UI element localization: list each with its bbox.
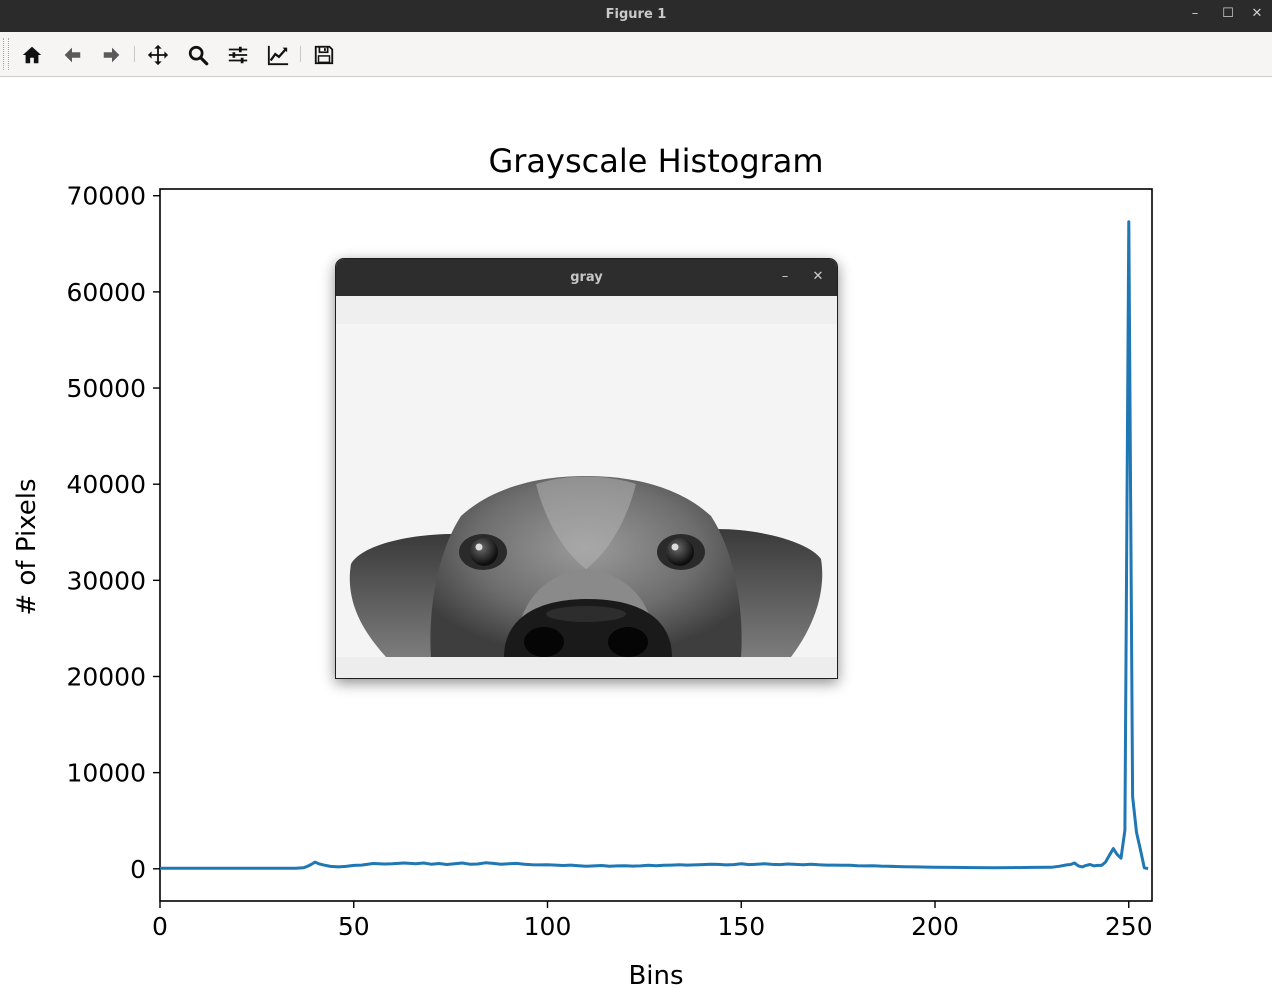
x-tick-label: 100 — [524, 912, 572, 941]
y-tick-label: 40000 — [66, 470, 146, 499]
x-axis-label: Bins — [628, 961, 683, 991]
toolbar-grip-icon[interactable] — [3, 38, 9, 70]
close-button[interactable]: ✕ — [1242, 0, 1272, 30]
edit-axis-button[interactable] — [265, 42, 291, 68]
home-button[interactable] — [19, 42, 45, 68]
zoom-button[interactable] — [185, 42, 211, 68]
minimize-button[interactable]: – — [1180, 0, 1210, 30]
floppy-disk-icon — [314, 45, 334, 65]
window-titlebar: Figure 1 – ☐ ✕ — [0, 0, 1272, 32]
gray-window-toolbar-strip — [336, 296, 837, 324]
y-tick-label: 70000 — [66, 182, 146, 211]
forward-button[interactable] — [99, 42, 125, 68]
x-tick-label: 250 — [1105, 912, 1153, 941]
home-icon — [22, 46, 42, 64]
maximize-button[interactable]: ☐ — [1213, 0, 1243, 30]
y-tick-label: 10000 — [66, 759, 146, 788]
y-tick-label: 0 — [130, 855, 146, 884]
subplots-button[interactable] — [225, 42, 251, 68]
search-icon — [188, 45, 209, 66]
y-axis-label: # of Pixels — [12, 478, 42, 615]
pan-button[interactable] — [145, 42, 171, 68]
y-tick-label: 60000 — [66, 278, 146, 307]
sliders-icon — [228, 46, 248, 64]
move-icon — [147, 44, 169, 66]
gray-window-title[interactable]: gray — [336, 259, 837, 296]
save-button[interactable] — [311, 42, 337, 68]
gray-image-window[interactable]: gray – ✕ — [335, 258, 838, 679]
line-chart-icon — [267, 45, 289, 66]
window-title: Figure 1 — [605, 7, 667, 22]
back-button[interactable] — [59, 42, 85, 68]
x-tick-label: 150 — [717, 912, 765, 941]
dog-image — [336, 324, 837, 657]
gray-window-bottom-bar — [336, 657, 837, 678]
gray-close-button[interactable]: ✕ — [806, 259, 830, 296]
x-tick-label: 0 — [152, 912, 168, 941]
grayscale-dog-photo — [336, 324, 837, 657]
toolbar-separator — [300, 46, 301, 62]
chart-title: Grayscale Histogram — [488, 142, 823, 180]
arrow-right-icon — [103, 47, 120, 63]
y-tick-label: 20000 — [66, 662, 146, 691]
toolbar-separator — [134, 46, 135, 62]
gray-minimize-button[interactable]: – — [773, 259, 797, 296]
x-tick-label: 200 — [911, 912, 959, 941]
y-tick-label: 30000 — [66, 566, 146, 595]
toolbar — [0, 32, 1272, 77]
x-tick-label: 50 — [338, 912, 370, 941]
y-tick-label: 50000 — [66, 374, 146, 403]
arrow-left-icon — [64, 47, 81, 63]
